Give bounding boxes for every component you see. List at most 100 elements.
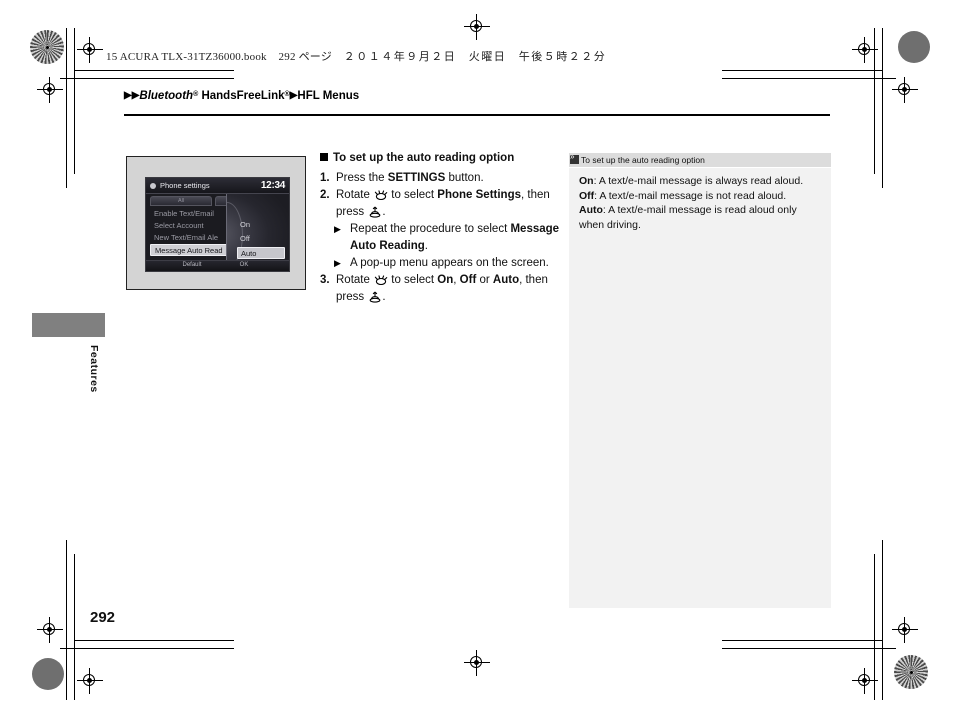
info-desc-on: : A text/e-mail message is always read a…	[593, 175, 804, 187]
crop-line	[60, 78, 234, 79]
rosette-mark-icon	[30, 30, 64, 64]
side-info-header-text: To set up the auto reading option	[581, 155, 705, 165]
registered-trademark-icon: ®	[193, 91, 199, 98]
sub-text: Repeat the procedure to select	[350, 223, 511, 235]
sub-text: .	[424, 240, 428, 252]
step-text: Rotate	[336, 189, 374, 201]
step-text: .	[382, 206, 386, 218]
breadcrumb: ▶▶Bluetooth® HandsFreeLink®▶HFL Menus	[124, 90, 359, 102]
screen-bottom-bar: Default OK	[146, 260, 289, 271]
registration-mark-icon	[77, 668, 103, 694]
breadcrumb-item-hfl-menus: HFL Menus	[297, 90, 360, 102]
crop-line	[74, 70, 234, 71]
info-term-on: On	[579, 175, 594, 187]
info-entry-on: On: A text/e-mail message is always read…	[579, 174, 821, 189]
registration-mark-icon	[464, 650, 490, 676]
crop-line	[722, 70, 882, 71]
crop-line	[60, 648, 234, 649]
sub-arrow-icon: ▶	[334, 258, 341, 268]
popup-option-on[interactable]: On	[237, 219, 285, 231]
side-info-panel: To set up the auto reading option On: A …	[569, 153, 831, 608]
step-bold-auto: Auto	[492, 274, 520, 286]
print-page-marker: 292 ページ	[278, 51, 332, 63]
step-text: to select	[388, 189, 438, 201]
popup-option-off[interactable]: Off	[237, 233, 285, 245]
header-divider	[124, 114, 830, 116]
crop-line	[74, 554, 75, 700]
step-bold-settings: SETTINGS	[387, 172, 446, 184]
step-number: 2.	[320, 189, 330, 201]
press-button-icon	[368, 291, 381, 303]
print-date-line: ２０１４年９月２日 火曜日 午後５時２２分	[343, 51, 607, 63]
sub-text: A pop-up menu appears on the screen.	[350, 257, 549, 269]
crop-line	[882, 540, 883, 700]
side-info-header: To set up the auto reading option	[569, 153, 831, 168]
breadcrumb-item-bluetooth: Bluetooth	[139, 90, 194, 102]
crop-line	[882, 28, 883, 188]
instruction-step-2-sub-2: ▶ A pop-up menu appears on the screen.	[320, 255, 560, 272]
phone-icon	[150, 183, 156, 189]
screen-default-button[interactable]: Default	[172, 262, 212, 268]
breadcrumb-arrow-icon: ▶	[124, 90, 132, 101]
page-number: 292	[90, 609, 116, 626]
crop-line	[722, 640, 882, 641]
registration-mark-icon	[37, 77, 63, 103]
registration-mark-icon	[852, 668, 878, 694]
rotary-dial-icon	[374, 274, 388, 286]
instruction-step-2-sub-1: ▶ Repeat the procedure to select Message…	[320, 221, 560, 255]
instruction-heading-text: To set up the auto reading option	[333, 152, 515, 164]
instruction-step-1: 1. Press the SETTINGS button.	[320, 170, 560, 187]
step-bold-on: On	[437, 274, 454, 286]
screen-title: Phone settings	[160, 181, 210, 190]
crop-line	[722, 78, 896, 79]
step-text: .	[382, 291, 386, 303]
info-desc-off: : A text/e-mail message is not read alou…	[594, 189, 787, 202]
crop-line	[722, 648, 896, 649]
crop-line	[66, 28, 67, 188]
registration-mark-icon	[464, 14, 490, 40]
crop-line	[74, 640, 234, 641]
screen-title-bar: Phone settings 12:34	[146, 178, 289, 194]
navigation-screen: Phone settings 12:34 All Phone Enable Te…	[145, 177, 290, 272]
step-text: button.	[445, 172, 484, 184]
screen-ok-button[interactable]: OK	[224, 262, 264, 268]
step-text: Press the	[336, 172, 388, 184]
breadcrumb-item-handsfreelink: HandsFreeLink	[201, 90, 285, 102]
info-entry-off: Off: A text/e-mail message is not read a…	[579, 189, 821, 204]
rosette-mark-icon	[894, 655, 928, 689]
registration-mark-icon	[852, 37, 878, 63]
registration-mark-icon	[892, 617, 918, 643]
book-file-name: 15 ACURA TLX-31TZ36000.book	[106, 51, 267, 63]
sub-arrow-icon: ▶	[334, 224, 341, 234]
step-number: 3.	[320, 274, 330, 286]
step-bold-off: Off	[459, 274, 477, 286]
instruction-column: To set up the auto reading option 1. Pre…	[320, 150, 560, 306]
instruction-step-3: 3. Rotate to select On, Off or Auto, the…	[320, 272, 560, 306]
info-desc-auto: : A text/e-mail message is read aloud on…	[579, 204, 797, 231]
print-header-line: 15 ACURA TLX-31TZ36000.book 292 ページ ２０１４…	[106, 48, 606, 64]
crop-line	[74, 28, 75, 174]
screen-tab-all[interactable]: All	[150, 196, 212, 206]
press-button-icon	[368, 206, 381, 218]
chapter-thumb-tab	[32, 313, 105, 337]
step-text: or	[476, 274, 493, 286]
step-text: to select	[388, 274, 438, 286]
info-term-off: Off	[579, 189, 595, 202]
step-bold-phone-settings: Phone Settings	[437, 189, 521, 201]
info-term-auto: Auto	[579, 204, 603, 216]
side-info-body: On: A text/e-mail message is always read…	[579, 174, 821, 232]
step-number: 1.	[320, 172, 330, 184]
registration-mark-icon	[37, 617, 63, 643]
gray-dot-mark-icon	[898, 31, 930, 63]
bullet-square-icon	[320, 153, 328, 161]
rotary-dial-icon	[374, 189, 388, 201]
step-text: Rotate	[336, 274, 374, 286]
chapter-tab-label: Features	[88, 345, 100, 393]
navigation-screen-figure: Phone settings 12:34 All Phone Enable Te…	[126, 156, 306, 290]
info-entry-auto: Auto: A text/e-mail message is read alou…	[579, 203, 821, 232]
screen-clock: 12:34	[260, 179, 285, 191]
crop-line	[66, 540, 67, 700]
registration-mark-icon	[77, 37, 103, 63]
reference-marker-icon	[570, 155, 579, 164]
popup-option-auto[interactable]: Auto	[237, 247, 285, 259]
